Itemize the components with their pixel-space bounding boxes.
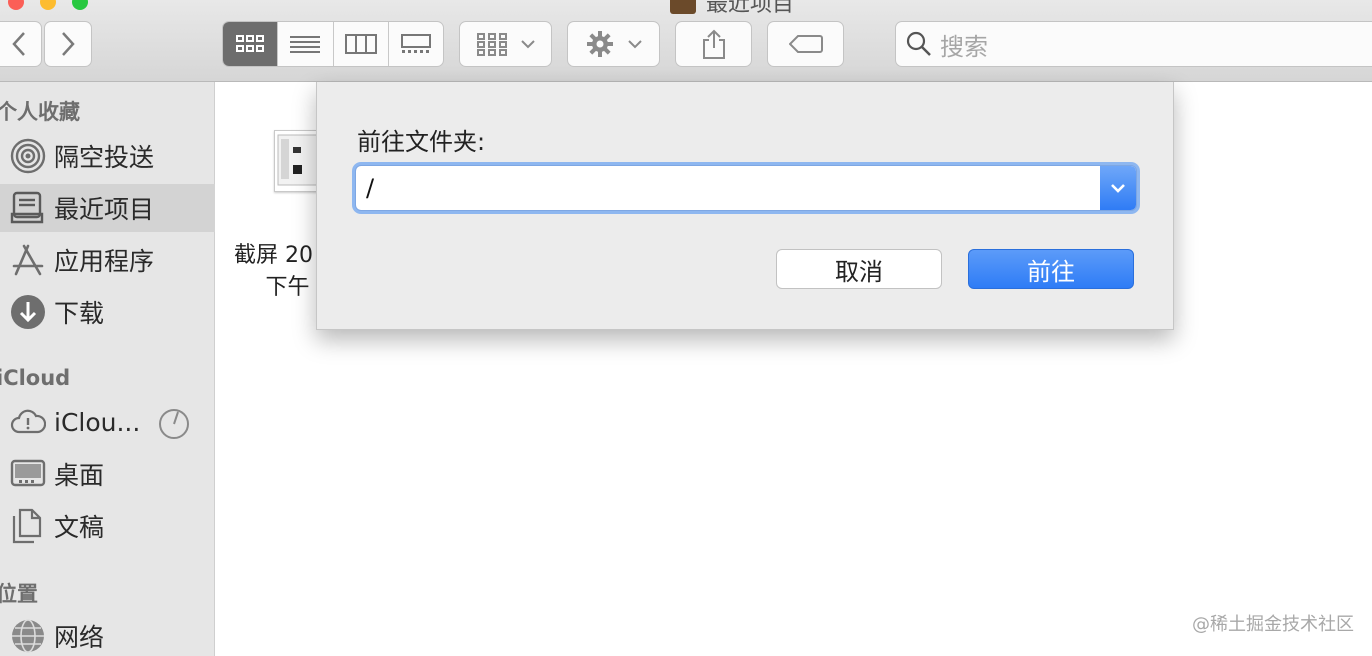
close-window-button[interactable] [8, 0, 24, 10]
sidebar: 个人收藏 隔空投送 最近项目 应用程序 下载 iCloud iClou... 桌… [0, 82, 215, 656]
sidebar-item-desktop[interactable]: 桌面 [0, 450, 215, 498]
folder-path-input[interactable] [356, 166, 1100, 210]
applications-icon [10, 242, 46, 278]
minimize-window-button[interactable] [40, 0, 56, 10]
sidebar-item-label: iClou... [54, 407, 141, 437]
column-view-button[interactable] [334, 22, 389, 66]
grid-arrange-icon [476, 33, 507, 56]
forward-button[interactable] [44, 21, 92, 67]
sidebar-item-downloads[interactable]: 下载 [0, 288, 215, 336]
search-placeholder: 搜索 [940, 32, 988, 61]
dialog-label: 前往文件夹: [357, 128, 486, 156]
sidebar-item-recents[interactable]: 最近项目 [0, 184, 215, 232]
chevron-down-icon [1111, 184, 1125, 193]
folder-path-combobox [355, 165, 1137, 211]
file-name-label[interactable]: 截屏 20 下午 [234, 240, 313, 304]
back-button[interactable] [0, 21, 42, 67]
sidebar-item-label: 网络 [54, 623, 105, 652]
zoom-window-button[interactable] [72, 0, 88, 10]
columns-icon [344, 34, 377, 54]
chevron-right-icon [62, 32, 75, 56]
view-mode-selector [222, 21, 444, 67]
sync-progress-icon [159, 409, 189, 439]
sidebar-section-icloud: iCloud [0, 366, 71, 390]
search-icon [906, 31, 931, 56]
download-icon [10, 294, 46, 330]
search-field[interactable]: 搜索 [895, 21, 1372, 67]
sidebar-section-locations: 位置 [0, 582, 38, 606]
share-icon [702, 29, 725, 59]
list-view-button[interactable] [278, 22, 334, 66]
sidebar-item-label: 应用程序 [54, 247, 155, 276]
sidebar-item-label: 隔空投送 [54, 143, 155, 172]
gear-icon [586, 31, 613, 57]
group-by-button[interactable] [459, 21, 552, 67]
go-to-folder-dialog: 前往文件夹: 取消 前往 [316, 82, 1174, 330]
chevron-left-icon [12, 32, 25, 56]
action-menu-button[interactable] [567, 21, 660, 67]
sidebar-item-airdrop[interactable]: 隔空投送 [0, 132, 215, 180]
icon-grid-icon [236, 35, 265, 52]
screenshot-file-thumbnail[interactable] [274, 130, 322, 192]
tags-button[interactable] [767, 21, 844, 67]
desktop-icon [10, 456, 46, 492]
recents-folder-icon [670, 0, 696, 14]
window-title: 最近项目 [670, 0, 794, 18]
share-button[interactable] [675, 21, 752, 67]
list-icon [290, 36, 321, 53]
gallery-icon [400, 34, 431, 53]
icloud-drive-icon [10, 404, 46, 440]
chevron-down-icon [627, 40, 642, 49]
airdrop-icon [10, 138, 46, 174]
go-button[interactable]: 前往 [968, 249, 1134, 289]
watermark: @稀土掘金技术社区 [1192, 614, 1354, 635]
screenshot-preview-icon [277, 134, 319, 186]
network-icon [10, 618, 46, 654]
sidebar-item-network[interactable]: 网络 [0, 612, 215, 656]
gallery-view-button[interactable] [389, 22, 443, 66]
sidebar-item-applications[interactable]: 应用程序 [0, 236, 215, 284]
sidebar-item-label: 最近项目 [54, 195, 155, 224]
toolbar: 最近项目 搜索 [0, 0, 1372, 82]
chevron-down-icon [520, 40, 535, 49]
icon-view-button[interactable] [223, 22, 279, 66]
sidebar-item-label: 下载 [54, 299, 105, 328]
sidebar-section-favorites: 个人收藏 [0, 100, 80, 124]
recents-icon [10, 190, 46, 226]
sidebar-item-icloud-drive[interactable]: iClou... [0, 398, 215, 446]
tag-icon [788, 35, 823, 53]
sidebar-item-documents[interactable]: 文稿 [0, 502, 215, 550]
cancel-button[interactable]: 取消 [776, 249, 942, 289]
sidebar-item-label: 桌面 [54, 461, 105, 490]
path-history-dropdown-button[interactable] [1100, 166, 1136, 210]
documents-icon [10, 508, 46, 544]
sidebar-item-label: 文稿 [54, 513, 105, 542]
